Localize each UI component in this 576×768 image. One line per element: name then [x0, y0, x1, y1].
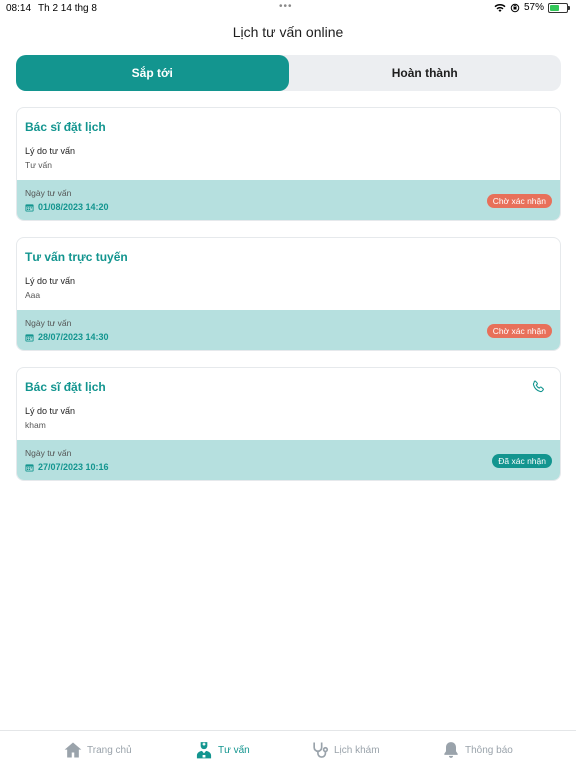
reason-label: Lý do tư vấn [25, 276, 76, 286]
appointment-title: Bác sĩ đặt lịch [25, 120, 106, 134]
tab-upcoming[interactable]: Sắp tới [16, 55, 289, 91]
status-badge: Chờ xác nhận [486, 194, 552, 208]
date-label: Ngày tư vấn [25, 448, 72, 458]
orientation-lock-icon [510, 3, 520, 12]
phone-icon[interactable] [530, 379, 546, 395]
appointment-card[interactable]: Bác sĩ đặt lịch Lý do tư vấn kham Ngày t… [16, 367, 561, 481]
home-icon [64, 742, 82, 758]
nav-notifications[interactable]: Thông báo [441, 740, 513, 760]
page-title: Lịch tư vấn online [232, 24, 344, 40]
nav-label: Tư vấn [218, 744, 250, 756]
appointment-title: Bác sĩ đặt lịch [25, 380, 106, 394]
nav-label: Lịch khám [334, 744, 380, 756]
status-badge: Chờ xác nhận [486, 324, 552, 338]
reason-value: kham [25, 420, 46, 430]
reason-value: Aaa [25, 290, 41, 300]
appointment-date: 28/07/2023 14:30 [38, 332, 109, 342]
battery-percent: 57% [523, 2, 544, 13]
status-date: Th 2 14 thg 8 [38, 3, 97, 14]
reason-label: Lý do tư vấn [25, 146, 76, 156]
battery-icon [548, 2, 570, 13]
calendar-icon [25, 203, 34, 212]
status-indicators: 57% [494, 2, 570, 13]
nav-schedule[interactable]: Lịch khám [310, 740, 380, 760]
appointment-card[interactable]: Tư vấn trực tuyến Lý do tư vấn Aaa Ngày … [16, 237, 561, 351]
nav-home[interactable]: Trang chủ [63, 740, 132, 760]
appointment-list: Bác sĩ đặt lịch Lý do tư vấn Tư vấn Ngày… [16, 107, 561, 497]
nav-consult[interactable]: Tư vấn [194, 740, 250, 760]
stethoscope-icon [313, 742, 329, 758]
tab-switcher: Sắp tới Hoàn thành [16, 55, 561, 91]
status-badge: Đã xác nhận [492, 454, 552, 468]
doctor-icon [196, 742, 212, 759]
nav-label: Trang chủ [87, 744, 132, 756]
nav-label: Thông báo [465, 744, 513, 756]
appointment-date: 01/08/2023 14:20 [38, 202, 109, 212]
bell-icon [444, 742, 458, 758]
tab-completed[interactable]: Hoàn thành [289, 55, 562, 91]
bottom-tab-bar: Trang chủ Tư vấn Lịch khám Thông báo [0, 730, 576, 768]
calendar-icon [25, 463, 34, 472]
date-label: Ngày tư vấn [25, 188, 72, 198]
date-label: Ngày tư vấn [25, 318, 72, 328]
appointment-card[interactable]: Bác sĩ đặt lịch Lý do tư vấn Tư vấn Ngày… [16, 107, 561, 221]
status-time: 08:14 [6, 3, 32, 14]
reason-value: Tư vấn [25, 160, 52, 170]
reason-label: Lý do tư vấn [25, 406, 76, 416]
status-bar: 08:14 Th 2 14 thg 8 ••• 57% [0, 0, 576, 16]
appointment-date: 27/07/2023 10:16 [38, 462, 109, 472]
wifi-icon [494, 3, 506, 12]
calendar-icon [25, 333, 34, 342]
appointment-title: Tư vấn trực tuyến [25, 250, 128, 264]
multitask-dots-icon[interactable]: ••• [279, 2, 293, 12]
